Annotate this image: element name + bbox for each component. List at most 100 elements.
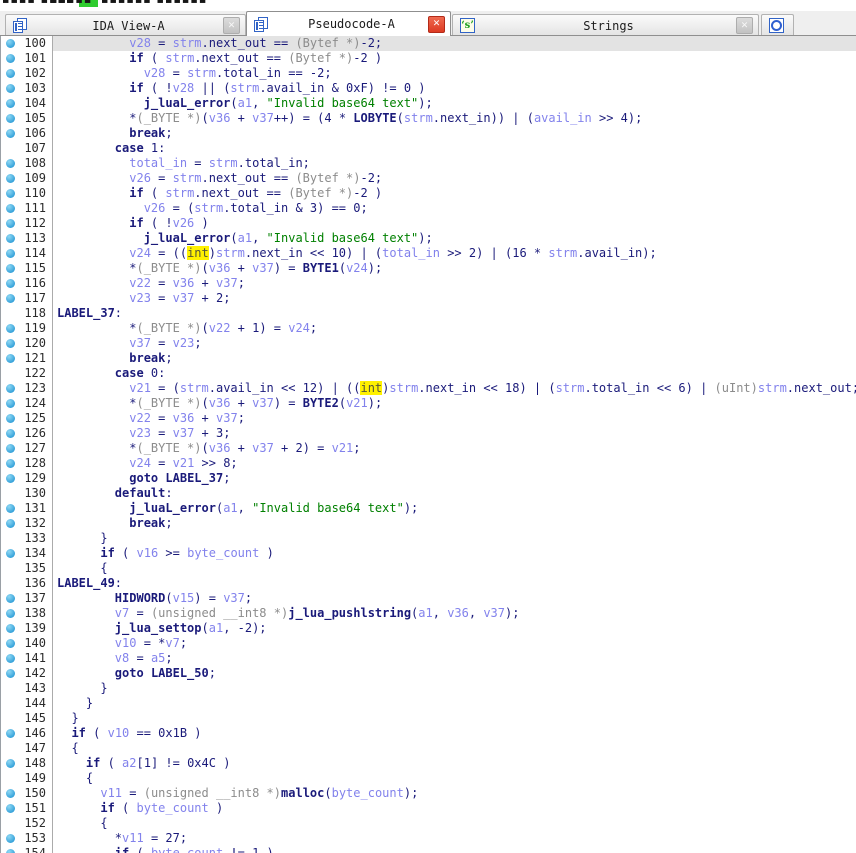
breakpoint-dot-icon[interactable] [6, 549, 15, 558]
breakpoint-column[interactable] [1, 606, 18, 621]
breakpoint-column[interactable] [1, 786, 18, 801]
code-text[interactable]: v28 = strm.next_out == (Bytef *)-2; [53, 36, 856, 51]
code-text[interactable]: v7 = (unsigned __int8 *)j_lua_pushlstrin… [53, 606, 856, 621]
breakpoint-dot-icon[interactable] [6, 264, 15, 273]
breakpoint-column[interactable] [1, 711, 18, 726]
gutter[interactable]: 150 [1, 786, 53, 801]
code-text[interactable]: { [53, 561, 856, 576]
breakpoint-dot-icon[interactable] [6, 669, 15, 678]
code-line[interactable]: 143 } [1, 681, 856, 696]
code-line[interactable]: 135 { [1, 561, 856, 576]
code-line[interactable]: 133 } [1, 531, 856, 546]
code-text[interactable]: { [53, 741, 856, 756]
breakpoint-column[interactable] [1, 171, 18, 186]
breakpoint-dot-icon[interactable] [6, 804, 15, 813]
gutter[interactable]: 127 [1, 441, 53, 456]
breakpoint-dot-icon[interactable] [6, 444, 15, 453]
code-text[interactable]: { [53, 771, 856, 786]
breakpoint-dot-icon[interactable] [6, 84, 15, 93]
breakpoint-column[interactable] [1, 741, 18, 756]
code-text[interactable]: } [53, 681, 856, 696]
code-line[interactable]: 130 default: [1, 486, 856, 501]
breakpoint-dot-icon[interactable] [6, 639, 15, 648]
code-line[interactable]: 112 if ( !v26 ) [1, 216, 856, 231]
code-text[interactable]: LABEL_37: [53, 306, 856, 321]
breakpoint-column[interactable] [1, 531, 18, 546]
code-text[interactable]: *(_BYTE *)(v36 + v37++) = (4 * LOBYTE(st… [53, 111, 856, 126]
breakpoint-dot-icon[interactable] [6, 729, 15, 738]
breakpoint-column[interactable] [1, 321, 18, 336]
breakpoint-dot-icon[interactable] [6, 114, 15, 123]
code-text[interactable]: if ( !v26 ) [53, 216, 856, 231]
code-text[interactable]: v28 = strm.total_in == -2; [53, 66, 856, 81]
gutter[interactable]: 121 [1, 351, 53, 366]
code-line[interactable]: 153 *v11 = 27; [1, 831, 856, 846]
code-text[interactable]: default: [53, 486, 856, 501]
breakpoint-column[interactable] [1, 216, 18, 231]
breakpoint-dot-icon[interactable] [6, 354, 15, 363]
code-text[interactable]: v11 = (unsigned __int8 *)malloc(byte_cou… [53, 786, 856, 801]
breakpoint-column[interactable] [1, 381, 18, 396]
code-line[interactable]: 127 *(_BYTE *)(v36 + v37 + 2) = v21; [1, 441, 856, 456]
gutter[interactable]: 114 [1, 246, 53, 261]
code-line[interactable]: 144 } [1, 696, 856, 711]
code-line[interactable]: 108 total_in = strm.total_in; [1, 156, 856, 171]
breakpoint-column[interactable] [1, 426, 18, 441]
code-line[interactable]: 141 v8 = a5; [1, 651, 856, 666]
breakpoint-dot-icon[interactable] [6, 294, 15, 303]
code-line[interactable]: 113 j_luaL_error(a1, "Invalid base64 tex… [1, 231, 856, 246]
tab-strings[interactable]: ‘s’ Strings ✕ [452, 14, 759, 36]
code-text[interactable]: *v11 = 27; [53, 831, 856, 846]
gutter[interactable]: 142 [1, 666, 53, 681]
code-line[interactable]: 131 j_luaL_error(a1, "Invalid base64 tex… [1, 501, 856, 516]
gutter[interactable]: 145 [1, 711, 53, 726]
code-line[interactable]: 124 *(_BYTE *)(v36 + v37) = BYTE2(v21); [1, 396, 856, 411]
code-text[interactable]: } [53, 711, 856, 726]
gutter[interactable]: 101 [1, 51, 53, 66]
code-line[interactable]: 151 if ( byte_count ) [1, 801, 856, 816]
code-text[interactable]: v26 = strm.next_out == (Bytef *)-2; [53, 171, 856, 186]
breakpoint-column[interactable] [1, 126, 18, 141]
breakpoint-column[interactable] [1, 81, 18, 96]
breakpoint-column[interactable] [1, 396, 18, 411]
code-text[interactable]: goto LABEL_50; [53, 666, 856, 681]
breakpoint-dot-icon[interactable] [6, 834, 15, 843]
breakpoint-dot-icon[interactable] [6, 849, 15, 853]
code-line[interactable]: 154 if ( byte_count != 1 ) [1, 846, 856, 853]
code-text[interactable]: } [53, 531, 856, 546]
breakpoint-dot-icon[interactable] [6, 399, 15, 408]
gutter[interactable]: 153 [1, 831, 53, 846]
code-text[interactable]: goto LABEL_37; [53, 471, 856, 486]
gutter[interactable]: 103 [1, 81, 53, 96]
breakpoint-column[interactable] [1, 351, 18, 366]
gutter[interactable]: 123 [1, 381, 53, 396]
gutter[interactable]: 146 [1, 726, 53, 741]
code-text[interactable]: *(_BYTE *)(v36 + v37) = BYTE1(v24); [53, 261, 856, 276]
breakpoint-column[interactable] [1, 96, 18, 111]
breakpoint-column[interactable] [1, 621, 18, 636]
gutter[interactable]: 140 [1, 636, 53, 651]
breakpoint-dot-icon[interactable] [6, 789, 15, 798]
gutter[interactable]: 113 [1, 231, 53, 246]
gutter[interactable]: 128 [1, 456, 53, 471]
gutter[interactable]: 149 [1, 771, 53, 786]
breakpoint-column[interactable] [1, 816, 18, 831]
gutter[interactable]: 135 [1, 561, 53, 576]
gutter[interactable]: 148 [1, 756, 53, 771]
breakpoint-column[interactable] [1, 516, 18, 531]
breakpoint-column[interactable] [1, 636, 18, 651]
code-text[interactable]: v24 = v21 >> 8; [53, 456, 856, 471]
gutter[interactable]: 152 [1, 816, 53, 831]
code-line[interactable]: 125 v22 = v36 + v37; [1, 411, 856, 426]
breakpoint-column[interactable] [1, 471, 18, 486]
code-text[interactable]: *(_BYTE *)(v36 + v37) = BYTE2(v21); [53, 396, 856, 411]
breakpoint-column[interactable] [1, 591, 18, 606]
breakpoint-column[interactable] [1, 456, 18, 471]
breakpoint-column[interactable] [1, 261, 18, 276]
code-text[interactable]: v37 = v23; [53, 336, 856, 351]
breakpoint-dot-icon[interactable] [6, 384, 15, 393]
breakpoint-column[interactable] [1, 651, 18, 666]
breakpoint-dot-icon[interactable] [6, 129, 15, 138]
breakpoint-dot-icon[interactable] [6, 189, 15, 198]
breakpoint-dot-icon[interactable] [6, 99, 15, 108]
